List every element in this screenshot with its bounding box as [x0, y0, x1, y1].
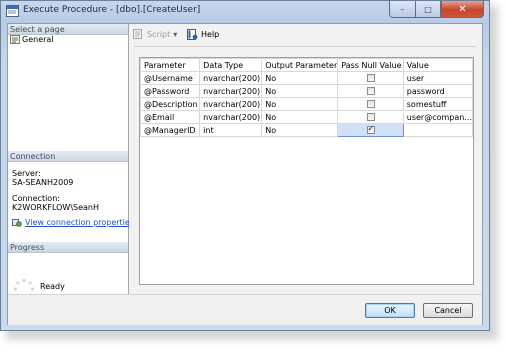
parameter-cell: @ManagerID	[139, 123, 201, 137]
column-header-value[interactable]: Value	[402, 58, 474, 72]
view-connection-link[interactable]: View connection properties	[25, 218, 134, 227]
server-label: Server:	[12, 169, 41, 178]
left-pane: Select a page General Connection Server:…	[8, 24, 134, 324]
data-type-cell: nvarchar(200)	[199, 110, 263, 124]
value-cell[interactable]: user	[402, 71, 474, 85]
connection-properties-icon	[12, 219, 22, 227]
pass-null-checkbox[interactable]	[366, 113, 375, 121]
minimize-button[interactable]: –	[389, 1, 415, 18]
pass-null-cell	[337, 97, 404, 111]
help-button[interactable]: Help	[187, 29, 219, 40]
output-parameter-cell: No	[261, 123, 339, 137]
close-icon: ✕	[458, 3, 467, 15]
ok-button[interactable]: OK	[365, 303, 415, 318]
pass-null-cell	[337, 84, 404, 98]
progress-status: Ready	[40, 282, 65, 291]
pass-null-cell	[337, 123, 404, 137]
progress-header: Progress	[8, 242, 128, 253]
parameter-cell: @Username	[139, 71, 201, 85]
page-item-label: General	[22, 35, 54, 44]
maximize-icon: □	[424, 4, 432, 14]
select-page-header: Select a page	[8, 24, 128, 35]
execute-procedure-dialog: Execute Procedure - [dbo].[CreateUser] –…	[0, 0, 490, 331]
toolbar: Script ▾ Help	[129, 24, 482, 44]
script-label: Script	[147, 29, 171, 39]
data-type-cell: nvarchar(200)	[199, 97, 263, 111]
connection-label: Connection:	[12, 194, 60, 203]
right-pane: Script ▾ Help Parameter Data Type Output…	[129, 24, 482, 294]
pass-null-cell	[337, 71, 404, 85]
connection-header: Connection	[8, 151, 128, 162]
table-row[interactable]: @Username nvarchar(200) No user	[139, 71, 474, 85]
pass-null-cell	[337, 110, 404, 124]
minimize-icon: –	[400, 4, 405, 14]
script-button[interactable]: Script ▾	[133, 29, 177, 39]
pass-null-checkbox[interactable]	[366, 87, 375, 95]
table-row-selected[interactable]: @ManagerID int No	[139, 123, 474, 137]
window-controls: – □ ✕	[389, 1, 484, 19]
general-page-icon	[10, 35, 20, 44]
help-label: Help	[201, 30, 220, 39]
data-type-cell: int	[199, 123, 263, 137]
pass-null-checkbox[interactable]	[366, 74, 375, 82]
output-parameter-cell: No	[261, 84, 339, 98]
value-cell[interactable]: user@compan...	[402, 110, 474, 124]
value-cell[interactable]: password	[402, 84, 474, 98]
window-title: Execute Procedure - [dbo].[CreateUser]	[23, 5, 201, 15]
output-parameter-cell: No	[261, 110, 339, 124]
column-header-data-type[interactable]: Data Type	[199, 58, 263, 72]
chevron-down-icon[interactable]: ▾	[173, 30, 177, 39]
help-icon	[187, 29, 198, 40]
parameter-cell: @Email	[139, 110, 201, 124]
header-row: Parameter Data Type Output Parameter Pas…	[139, 58, 474, 72]
parameter-cell: @Description	[139, 97, 201, 111]
maximize-button[interactable]: □	[415, 1, 441, 18]
data-type-cell: nvarchar(200)	[199, 84, 263, 98]
app-icon	[6, 5, 19, 17]
toolbar-divider	[134, 46, 476, 47]
column-header-output-parameter[interactable]: Output Parameter	[261, 58, 339, 72]
value-cell[interactable]	[402, 123, 474, 137]
dialog-client-area: Select a page General Connection Server:…	[7, 23, 483, 325]
column-header-parameter[interactable]: Parameter	[139, 58, 201, 72]
pass-null-checkbox[interactable]	[366, 125, 375, 134]
page-item-general[interactable]: General	[10, 35, 54, 44]
column-header-pass-null-value[interactable]: Pass Null Value	[337, 58, 404, 72]
parameters-grid[interactable]: Parameter Data Type Output Parameter Pas…	[139, 57, 474, 285]
data-type-cell: nvarchar(200)	[199, 71, 263, 85]
table-row[interactable]: @Password nvarchar(200) No password	[139, 84, 474, 98]
output-parameter-cell: No	[261, 97, 339, 111]
value-cell[interactable]: somestuff	[402, 97, 474, 111]
close-button[interactable]: ✕	[441, 1, 484, 18]
dialog-button-bar: OK Cancel	[8, 294, 482, 325]
title-bar[interactable]: Execute Procedure - [dbo].[CreateUser] –…	[1, 1, 489, 23]
pass-null-checkbox[interactable]	[366, 100, 375, 108]
server-value: SA-SEANH2009	[12, 178, 74, 187]
table-row[interactable]: @Email nvarchar(200) No user@compan...	[139, 110, 474, 124]
parameter-cell: @Password	[139, 84, 201, 98]
output-parameter-cell: No	[261, 71, 339, 85]
cancel-button[interactable]: Cancel	[423, 303, 473, 318]
parameters-table: Parameter Data Type Output Parameter Pas…	[139, 58, 474, 137]
connection-value: K2WORKFLOW\SeanH	[12, 203, 100, 212]
table-row[interactable]: @Description nvarchar(200) No somestuff	[139, 97, 474, 111]
view-connection-properties[interactable]: View connection properties	[12, 218, 134, 227]
script-icon	[133, 29, 142, 39]
